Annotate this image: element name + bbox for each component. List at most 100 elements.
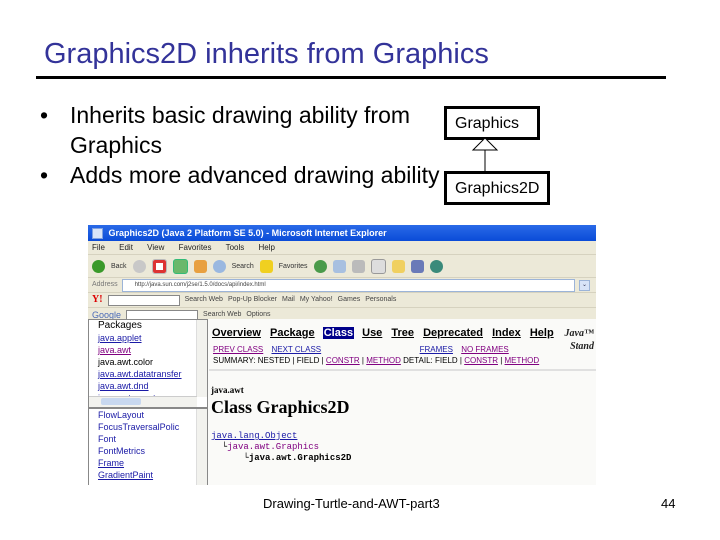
yahoo-search-button[interactable]: Search Web <box>185 293 223 307</box>
menu-help[interactable]: Help <box>259 243 275 252</box>
doc-divider <box>209 369 596 371</box>
title-underline <box>36 76 666 79</box>
stop-icon[interactable] <box>151 258 167 274</box>
detail-label: DETAIL: FIELD | <box>403 356 465 365</box>
summary-label: SUMMARY: NESTED | FIELD | <box>213 356 326 365</box>
search-icon[interactable] <box>212 259 226 273</box>
address-label: Address <box>92 281 118 288</box>
summary-constr-link[interactable]: CONSTR <box>326 356 360 365</box>
bullet-text: Adds more advanced drawing ability <box>70 162 440 188</box>
menu-edit[interactable]: Edit <box>119 243 133 252</box>
address-bar: Address http://java.sun.com/j2se/1.5.0/d… <box>88 277 596 292</box>
prev-class-link[interactable]: PREV CLASS <box>213 345 263 354</box>
packages-vertical-scrollbar[interactable] <box>196 320 207 397</box>
nav-class: Class <box>322 327 355 339</box>
class-link[interactable]: FocusTraversalPolic <box>89 421 207 433</box>
menu-tools[interactable]: Tools <box>226 243 245 252</box>
search-label[interactable]: Search <box>232 263 254 270</box>
nav-index[interactable]: Index <box>491 327 522 339</box>
nav-overview[interactable]: Overview <box>211 327 262 339</box>
address-input[interactable]: http://java.sun.com/j2se/1.5.0/docs/api/… <box>121 278 575 292</box>
research-icon[interactable] <box>410 259 424 273</box>
browser-content: Packages java.applet java.awt java.awt.c… <box>88 319 596 485</box>
inheritance-arrow-icon <box>471 137 499 171</box>
slide-footer: Drawing-Turtle-and-AWT-part3 <box>263 496 440 511</box>
yahoo-mail[interactable]: Mail <box>282 293 295 307</box>
forward-icon[interactable] <box>132 259 146 273</box>
frames-link[interactable]: FRAMES <box>420 345 453 354</box>
back-label[interactable]: Back <box>111 263 127 270</box>
bullet-item: • Inherits basic drawing ability from Gr… <box>40 100 440 160</box>
ie-window-icon <box>92 228 103 240</box>
messenger-icon[interactable] <box>429 259 443 273</box>
nav-tree[interactable]: Tree <box>390 327 415 339</box>
nav-help[interactable]: Help <box>529 327 555 339</box>
scrollbar-thumb[interactable] <box>101 398 141 405</box>
class-link[interactable]: FontMetrics <box>89 445 207 457</box>
doc-nav-bar: Overview Package Class Use Tree Deprecat… <box>211 327 559 341</box>
folder-icon[interactable] <box>391 259 405 273</box>
menu-file[interactable]: File <box>92 243 105 252</box>
slide-title: Graphics2D inherits from Graphics <box>44 38 489 70</box>
java-platform-logo: Java™ Stand <box>565 327 594 353</box>
package-link[interactable]: java.applet <box>89 332 207 344</box>
java-logo-line: Stand <box>570 341 594 352</box>
packages-header: Packages <box>98 320 142 331</box>
yahoo-games[interactable]: Games <box>338 293 361 307</box>
class-link[interactable]: Font <box>89 433 207 445</box>
nav-deprecated[interactable]: Deprecated <box>422 327 484 339</box>
class-link[interactable]: Frame <box>89 457 207 469</box>
classes-frame: FlowLayout FocusTraversalPolic Font Font… <box>88 408 208 485</box>
yahoo-personals[interactable]: Personals <box>365 293 396 307</box>
package-link[interactable]: java.awt.color <box>89 356 207 368</box>
hierarchy-object-link[interactable]: java.lang.Object <box>211 431 297 441</box>
detail-method-link[interactable]: METHOD <box>505 356 540 365</box>
package-link[interactable]: java.awt.dnd <box>89 380 207 392</box>
mail-icon[interactable] <box>332 259 346 273</box>
bullet-item: • Adds more advanced drawing ability <box>40 160 440 190</box>
package-name: java.awt <box>211 385 244 395</box>
address-dropdown-icon[interactable]: ⌄ <box>579 279 590 291</box>
inheritance-arrowhead <box>471 137 499 151</box>
bullet-dot: • <box>40 102 49 128</box>
next-class-link[interactable]: NEXT CLASS <box>271 345 321 354</box>
print-icon[interactable] <box>351 259 365 273</box>
no-frames-link[interactable]: NO FRAMES <box>461 345 509 354</box>
hierarchy-graphics-link[interactable]: java.awt.Graphics <box>227 442 319 452</box>
class-link[interactable]: FlowLayout <box>89 409 207 421</box>
class-hierarchy: java.lang.Object └java.awt.Graphics └jav… <box>211 431 352 463</box>
uml-class-graphics2d: Graphics2D <box>444 171 550 205</box>
yahoo-toolbar: Y! Search Web Pop-Up Blocker Mail My Yah… <box>88 292 596 307</box>
refresh-icon[interactable] <box>172 258 188 274</box>
home-icon[interactable] <box>193 259 207 273</box>
package-link[interactable]: java.awt <box>89 344 207 356</box>
class-link[interactable]: GradientPaint <box>89 469 207 481</box>
favorites-label[interactable]: Favorites <box>279 263 308 270</box>
yahoo-search-input[interactable] <box>107 294 180 306</box>
nav-use[interactable]: Use <box>361 327 383 339</box>
menu-favorites[interactable]: Favorites <box>179 243 212 252</box>
browser-screenshot: Graphics2D (Java 2 Platform SE 5.0) - Mi… <box>88 225 596 485</box>
bullet-dot: • <box>40 162 49 188</box>
summary-detail-nav: SUMMARY: NESTED | FIELD | CONSTR | METHO… <box>213 356 539 365</box>
summary-method-link[interactable]: METHOD <box>366 356 401 365</box>
bullet-text: Inherits basic drawing ability from Grap… <box>70 102 411 158</box>
edit-icon[interactable] <box>370 258 386 274</box>
yahoo-popup-blocker[interactable]: Pop-Up Blocker <box>228 293 277 307</box>
classes-vertical-scrollbar[interactable] <box>196 409 207 485</box>
class-heading: Class Graphics2D <box>211 397 350 417</box>
class-subnav: PREV CLASS NEXT CLASS FRAMES NO FRAMES <box>213 345 515 354</box>
package-link[interactable]: java.awt.datatransfer <box>89 368 207 380</box>
back-icon[interactable] <box>92 259 105 273</box>
history-icon[interactable] <box>313 259 327 273</box>
packages-frame: Packages java.applet java.awt java.awt.c… <box>88 319 208 408</box>
standard-toolbar: Back Search Favorites <box>88 255 596 277</box>
yahoo-logo[interactable]: Y! <box>92 293 103 307</box>
menu-view[interactable]: View <box>147 243 164 252</box>
packages-horizontal-scrollbar[interactable] <box>89 396 197 407</box>
detail-constr-link[interactable]: CONSTR <box>464 356 498 365</box>
class-doc-frame: Overview Package Class Use Tree Deprecat… <box>209 319 596 485</box>
favorites-star-icon[interactable] <box>259 259 273 273</box>
nav-package[interactable]: Package <box>269 327 316 339</box>
yahoo-my-yahoo[interactable]: My Yahoo! <box>300 293 333 307</box>
